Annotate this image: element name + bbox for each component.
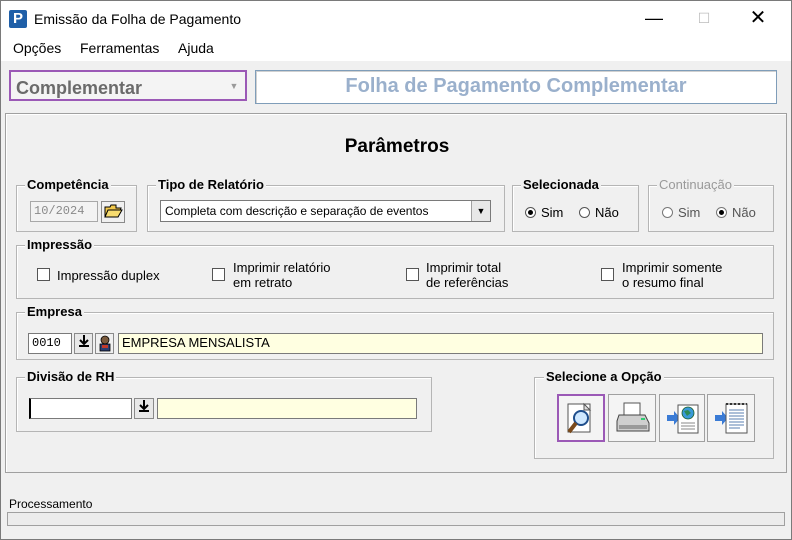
divisao-name-field [157, 398, 417, 419]
empresa-label: Empresa [25, 304, 84, 319]
status-label: Processamento [9, 497, 93, 511]
opcao-group: Selecione a Opção [534, 369, 774, 459]
payroll-type-select[interactable]: Complementar ▼ [9, 70, 247, 101]
globe-document-icon [667, 404, 699, 434]
opcao-label: Selecione a Opção [544, 369, 664, 384]
tipo-relatorio-value: Completa com descrição e separação de ev… [165, 204, 429, 218]
preview-button[interactable] [557, 394, 605, 442]
person-search-icon[interactable] [95, 333, 114, 354]
continuacao-sim-radio[interactable] [662, 207, 673, 218]
continuacao-group: Continuação Sim Não [648, 177, 774, 232]
selecionada-sim-label: Sim [541, 205, 564, 220]
tipo-relatorio-select[interactable]: Completa com descrição e separação de ev… [160, 200, 491, 222]
continuacao-nao-radio[interactable] [716, 207, 727, 218]
selecionada-label: Selecionada [521, 177, 601, 192]
progress-bar [7, 512, 785, 526]
selecionada-sim-radio[interactable] [525, 207, 536, 218]
empresa-name-field: EMPRESA MENSALISTA [118, 333, 763, 354]
total-referencias-checkbox[interactable] [406, 268, 419, 281]
empresa-group: Empresa 0010 EMPRESA MENSALISTA [16, 304, 774, 360]
app-icon: P [9, 10, 27, 28]
chevron-down-icon[interactable]: ▼ [226, 77, 242, 95]
minimize-button[interactable]: — [631, 1, 677, 35]
top-controls: Complementar ▼ Folha de Pagamento Comple… [1, 61, 791, 111]
export-web-button[interactable] [659, 394, 705, 442]
divisao-code-input[interactable] [29, 398, 132, 419]
folder-icon[interactable] [101, 201, 125, 223]
menu-opcoes[interactable]: Opções [13, 40, 61, 56]
retrato-checkbox[interactable] [212, 268, 225, 281]
divisao-label: Divisão de RH [25, 369, 117, 384]
printer-icon [616, 402, 650, 432]
selecionada-nao-radio[interactable] [579, 207, 590, 218]
header-banner: Folha de Pagamento Complementar [255, 70, 777, 104]
duplex-checkbox[interactable] [37, 268, 50, 281]
continuacao-nao-label: Não [732, 205, 756, 220]
menu-ajuda[interactable]: Ajuda [178, 40, 214, 56]
resumo-final-checkbox[interactable] [601, 268, 614, 281]
close-button[interactable]: ✕ [735, 1, 781, 35]
empresa-code-input[interactable]: 0010 [28, 333, 72, 354]
competencia-label: Competência [25, 177, 111, 192]
selecionada-nao-label: Não [595, 205, 619, 220]
export-file-button[interactable] [707, 394, 755, 442]
header-title: Folha de Pagamento Complementar [345, 75, 687, 97]
tipo-relatorio-group: Tipo de Relatório Completa com descrição… [147, 177, 505, 232]
divisao-group: Divisão de RH [16, 369, 432, 432]
main-window: P Emissão da Folha de Pagamento — ☐ ✕ Op… [0, 0, 792, 540]
document-icon [715, 403, 748, 434]
selecionada-group: Selecionada Sim Não [512, 177, 639, 232]
competencia-input[interactable]: 10/2024 [30, 201, 98, 222]
competencia-group: Competência 10/2024 [16, 177, 137, 232]
tipo-relatorio-label: Tipo de Relatório [156, 177, 266, 192]
window-title: Emissão da Folha de Pagamento [34, 11, 242, 27]
print-button[interactable] [608, 394, 656, 442]
download-icon[interactable] [134, 398, 154, 419]
retrato-label: Imprimir relatório em retrato [233, 260, 331, 290]
download-icon[interactable] [74, 333, 93, 354]
chevron-down-icon[interactable]: ▼ [471, 201, 490, 221]
resumo-final-label: Imprimir somente o resumo final [622, 260, 723, 290]
panel-title: Parâmetros [344, 136, 450, 157]
payroll-type-value: Complementar [16, 78, 143, 98]
impressao-group: Impressão Impressão duplex Imprimir rela… [16, 237, 774, 299]
continuacao-sim-label: Sim [678, 205, 701, 220]
duplex-label: Impressão duplex [57, 268, 160, 283]
menu-ferramentas[interactable]: Ferramentas [80, 40, 159, 56]
continuacao-label: Continuação [657, 177, 734, 192]
menu-bar: Opções Ferramentas Ajuda [1, 37, 791, 61]
magnifier-icon [567, 402, 592, 434]
maximize-button[interactable]: ☐ [681, 1, 727, 35]
total-referencias-label: Imprimir total de referências [426, 260, 509, 290]
title-bar: P Emissão da Folha de Pagamento — ☐ ✕ [1, 1, 791, 37]
parameters-panel: Parâmetros Competência 10/2024 Tipo de R… [5, 113, 787, 473]
impressao-label: Impressão [25, 237, 95, 252]
